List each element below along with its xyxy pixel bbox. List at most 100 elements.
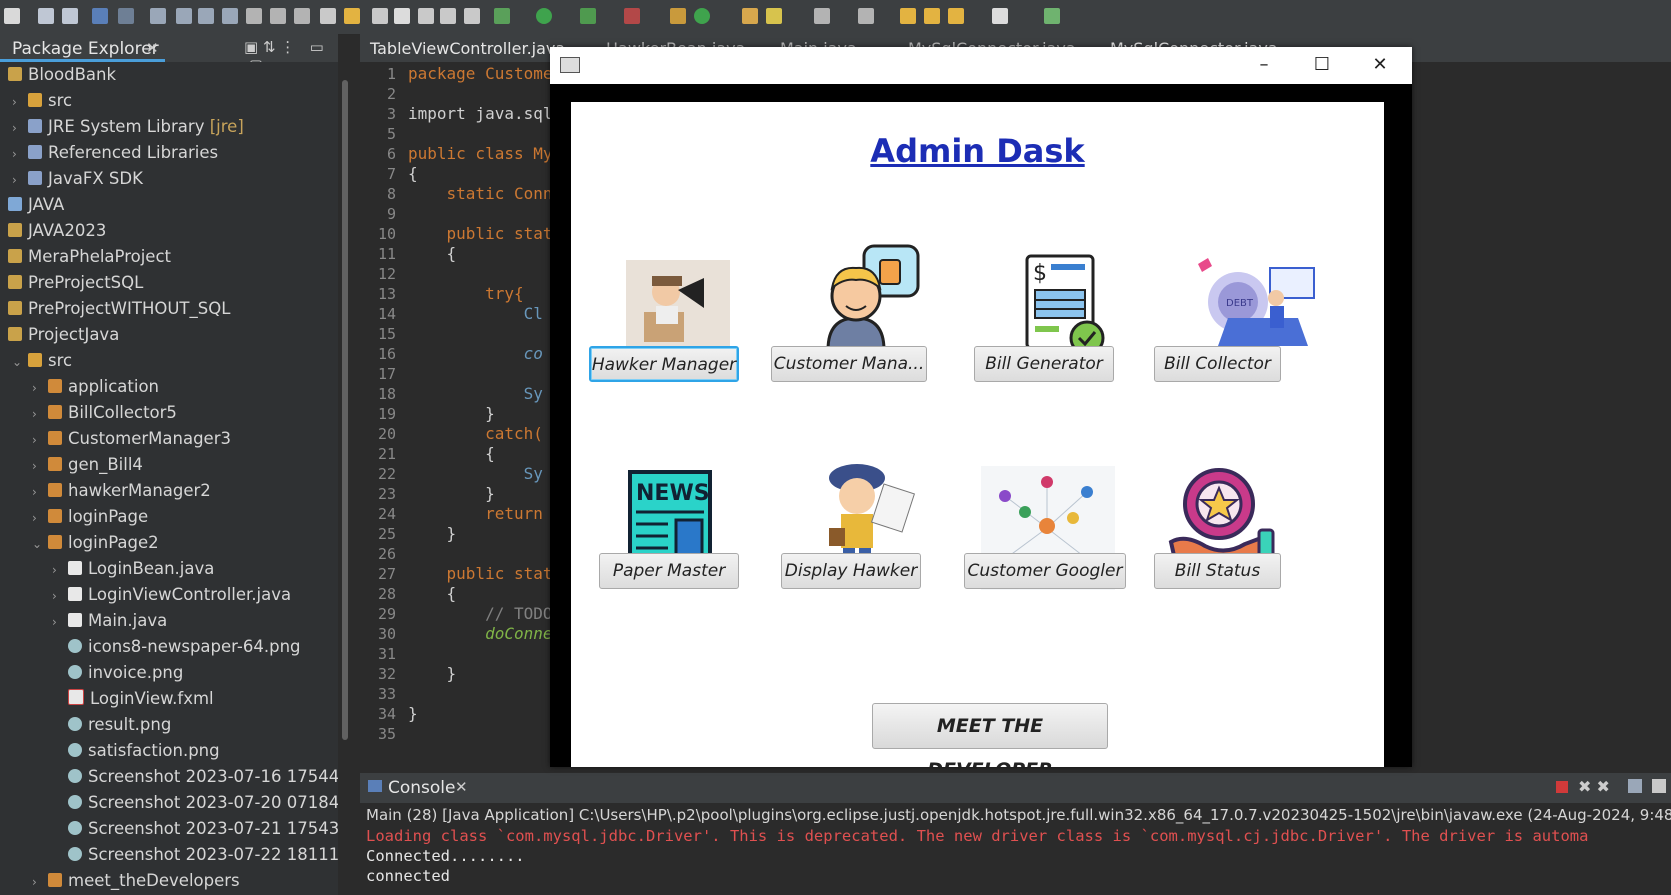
clear-console-icon[interactable] xyxy=(1628,779,1642,793)
chevron-down-icon[interactable]: ⌄ xyxy=(12,349,28,375)
suspend-icon[interactable] xyxy=(176,8,192,24)
tree-item[interactable]: › loginPage xyxy=(32,504,148,530)
tree-item[interactable]: result.png xyxy=(68,712,171,738)
tree-item[interactable]: Screenshot 2023-07-16 175441.p xyxy=(68,764,338,790)
tree-item[interactable]: BloodBank xyxy=(8,62,116,88)
chevron-right-icon[interactable]: › xyxy=(52,557,68,583)
tree-item[interactable]: ⌄ src xyxy=(12,348,72,374)
console-output[interactable]: Main (28) [Java Application] C:\Users\HP… xyxy=(360,803,1671,895)
tree-item[interactable]: MeraPhelaProject xyxy=(8,244,171,270)
search-icon[interactable] xyxy=(372,8,388,24)
tree-item[interactable]: › meet_theDevelopers xyxy=(32,868,240,894)
customer-manager-button[interactable]: Customer Mana... xyxy=(771,346,927,382)
brush-icon[interactable] xyxy=(766,8,782,24)
chevron-right-icon[interactable]: › xyxy=(12,167,28,193)
save-all-icon[interactable] xyxy=(62,8,78,24)
toggle-mark-icon[interactable] xyxy=(320,8,336,24)
chevron-right-icon[interactable]: › xyxy=(12,141,28,167)
console-tab[interactable]: Console ✕ ✖ ✖ xyxy=(360,773,1671,803)
remove-launch-icon[interactable]: ✖ ✖ xyxy=(1578,777,1610,796)
chevron-right-icon[interactable]: › xyxy=(32,427,48,453)
back-icon[interactable] xyxy=(948,8,964,24)
step-over-icon[interactable] xyxy=(270,8,286,24)
scroll-lock-icon[interactable] xyxy=(1652,779,1666,793)
chevron-right-icon[interactable]: › xyxy=(32,453,48,479)
resume-icon[interactable] xyxy=(150,8,166,24)
skip-breakpoints-icon[interactable] xyxy=(118,8,134,24)
minimize-button[interactable]: – xyxy=(1244,53,1284,77)
hawker-manager-button[interactable]: Hawker Manager xyxy=(589,346,739,382)
pen-icon[interactable] xyxy=(394,8,410,24)
tree-item[interactable]: › LoginViewController.java xyxy=(52,582,291,608)
new-package-icon[interactable] xyxy=(670,8,686,24)
block-selection-icon[interactable] xyxy=(418,8,434,24)
terminate-icon[interactable] xyxy=(1556,781,1568,793)
chevron-right-icon[interactable]: › xyxy=(32,505,48,531)
whitespace-icon[interactable] xyxy=(464,8,480,24)
disconnect-icon[interactable] xyxy=(222,8,238,24)
tree-item[interactable]: › JavaFX SDK xyxy=(12,166,143,192)
tree-item[interactable]: › hawkerManager2 xyxy=(32,478,211,504)
tree-item[interactable]: › LoginBean.java xyxy=(52,556,214,582)
paper-master-button[interactable]: Paper Master xyxy=(599,553,739,589)
coverage-icon[interactable] xyxy=(580,8,596,24)
chevron-right-icon[interactable]: › xyxy=(52,583,68,609)
previous-annotation-icon[interactable] xyxy=(858,8,874,24)
tree-item[interactable]: Screenshot 2023-07-22 181117.p xyxy=(68,842,338,868)
new-icon[interactable] xyxy=(4,8,20,24)
package-explorer-tab[interactable]: Package Explorer ✕ ▣ ⇅ ⋮ ▭ ▢ xyxy=(0,34,338,74)
tree-item[interactable]: PreProjectSQL xyxy=(8,270,143,296)
chevron-right-icon[interactable]: › xyxy=(32,479,48,505)
open-folder-icon[interactable] xyxy=(742,8,758,24)
tree-item[interactable]: › gen_Bill4 xyxy=(32,452,143,478)
run-icon[interactable] xyxy=(536,8,552,24)
tree-item[interactable]: JAVA2023 xyxy=(8,218,106,244)
tree-item[interactable]: Screenshot 2023-07-21 175433.p xyxy=(68,816,338,842)
tree-item[interactable]: satisfaction.png xyxy=(68,738,220,764)
tree-item[interactable]: › src xyxy=(12,88,72,114)
bill-status-button[interactable]: Bill Status xyxy=(1154,553,1281,589)
chevron-right-icon[interactable]: › xyxy=(32,375,48,401)
step-return-icon[interactable] xyxy=(294,8,310,24)
save-icon[interactable] xyxy=(38,8,54,24)
tree-item[interactable]: › CustomerManager3 xyxy=(32,426,231,452)
tree-item[interactable]: PreProjectWITHOUT_SQL xyxy=(8,296,230,322)
customer-googler-button[interactable]: Customer Googler xyxy=(964,553,1126,589)
tree-item[interactable]: › BillCollector5 xyxy=(32,400,177,426)
tree-item[interactable]: invoice.png xyxy=(68,660,183,686)
terminate-icon[interactable] xyxy=(198,8,214,24)
tree-item[interactable]: ⌄ loginPage2 xyxy=(32,530,159,556)
open-type-icon[interactable] xyxy=(344,8,360,24)
close-icon[interactable]: ✕ xyxy=(146,39,159,57)
terminal-icon[interactable] xyxy=(92,8,108,24)
chevron-right-icon[interactable]: › xyxy=(32,401,48,427)
chevron-right-icon[interactable]: › xyxy=(12,115,28,141)
debug-icon[interactable] xyxy=(494,8,510,24)
maximize-button[interactable]: ☐ xyxy=(1302,53,1342,77)
window-titlebar[interactable]: – ☐ ✕ xyxy=(550,47,1412,84)
forward-icon[interactable] xyxy=(992,8,1008,24)
new-class-icon[interactable] xyxy=(694,8,710,24)
chevron-right-icon[interactable]: › xyxy=(32,869,48,895)
annotation-icon[interactable] xyxy=(814,8,830,24)
tree-item[interactable]: JAVA xyxy=(8,192,64,218)
chevron-right-icon[interactable]: › xyxy=(52,609,68,635)
editor-tab[interactable]: TableViewController.java xyxy=(370,39,565,58)
close-icon[interactable]: ✕ xyxy=(455,778,468,796)
explorer-scrollbar[interactable] xyxy=(342,80,348,740)
tree-item[interactable]: › JRE System Library [jre] xyxy=(12,114,244,140)
external-tools-icon[interactable] xyxy=(624,8,640,24)
bill-collector-button[interactable]: Bill Collector xyxy=(1154,346,1281,382)
tree-item[interactable]: ProjectJava xyxy=(8,322,119,348)
tree-item[interactable]: › Referenced Libraries xyxy=(12,140,218,166)
prev-edit-icon[interactable] xyxy=(924,8,940,24)
tree-item[interactable]: icons8-newspaper-64.png xyxy=(68,634,301,660)
window-close-button[interactable]: ✕ xyxy=(1360,53,1400,77)
step-into-icon[interactable] xyxy=(246,8,262,24)
tree-item[interactable]: › application xyxy=(32,374,159,400)
next-edit-icon[interactable] xyxy=(900,8,916,24)
word-wrap-icon[interactable] xyxy=(440,8,456,24)
tree-item[interactable]: Screenshot 2023-07-20 071848.p xyxy=(68,790,338,816)
meet-the-developer-button[interactable]: MEET THE DEVELOPER xyxy=(872,703,1108,767)
display-hawker-button[interactable]: Display Hawker xyxy=(781,553,921,589)
